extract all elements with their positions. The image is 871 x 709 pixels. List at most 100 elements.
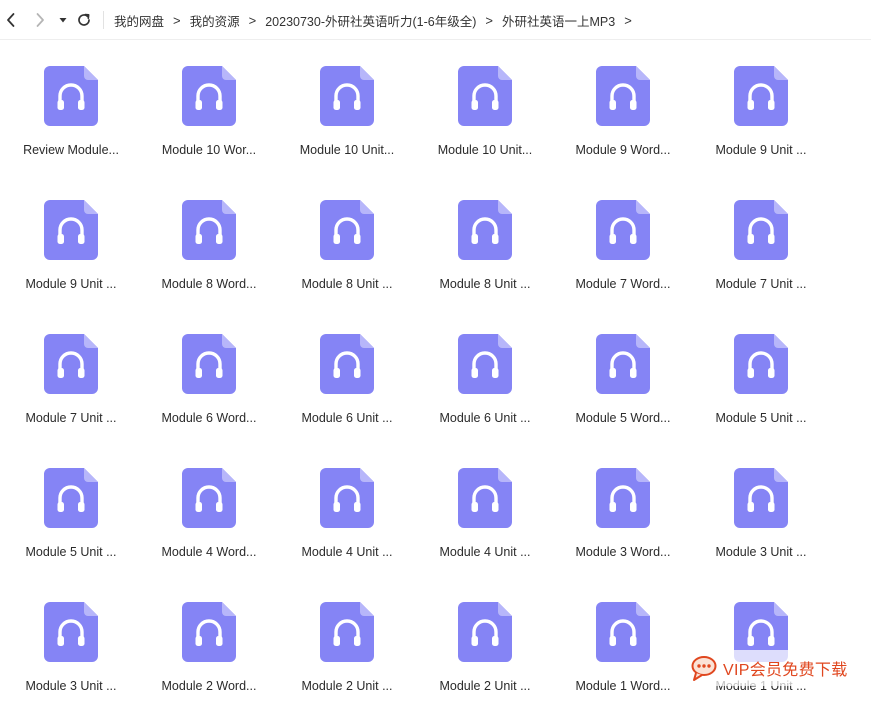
file-item[interactable]: Review Module... [9,40,133,157]
file-name: Module 1 Word... [575,679,671,693]
file-name: Module 6 Unit ... [439,411,531,425]
audio-file-icon [734,468,788,528]
file-name: Module 3 Unit ... [25,679,117,693]
breadcrumb-separator: > [485,12,493,28]
file-item[interactable]: Module 8 Word... [147,174,271,291]
audio-file-icon [320,66,374,126]
audio-file-icon [458,66,512,126]
file-item[interactable]: Module 5 Word... [561,308,685,425]
breadcrumb-separator: > [173,12,181,28]
file-name: Module 10 Unit... [437,143,533,157]
file-item[interactable]: Module 4 Unit ... [285,442,409,559]
chevron-left-icon [7,13,15,27]
file-name: Module 4 Unit ... [301,545,393,559]
file-name: Module 8 Unit ... [301,277,393,291]
file-item[interactable]: Module 9 Unit ... [699,40,823,157]
file-item[interactable]: Module 6 Unit ... [285,308,409,425]
audio-file-icon [320,334,374,394]
file-name: Module 9 Unit ... [25,277,117,291]
audio-file-icon [458,602,512,662]
file-name: Module 3 Word... [575,545,671,559]
audio-file-icon [596,66,650,126]
audio-file-icon [182,468,236,528]
audio-file-icon [320,468,374,528]
file-grid: Review Module... Module 10 Wor... Module 1… [0,40,871,709]
file-name: Module 5 Unit ... [715,411,807,425]
breadcrumb: 我的网盘 > 我的资源 > 20230730-外研社英语听力(1-6年级全) >… [114,0,641,40]
file-item[interactable]: Module 6 Word... [147,308,271,425]
file-item[interactable]: Module 10 Wor... [147,40,271,157]
vip-download-text: VIP会员免费下载 [723,662,848,679]
file-item[interactable]: Module 6 Unit ... [423,308,547,425]
file-name: Module 3 Unit ... [715,545,807,559]
file-item[interactable]: Module 9 Unit ... [9,174,133,291]
chevron-right-icon [36,13,44,27]
toolbar-divider [103,11,104,29]
audio-file-icon [596,334,650,394]
file-item[interactable]: Module 7 Unit ... [9,308,133,425]
audio-file-icon [320,602,374,662]
file-name: Module 7 Unit ... [25,411,117,425]
audio-file-icon [458,468,512,528]
file-name: Module 10 Wor... [161,143,257,157]
file-item[interactable]: Module 2 Word... [147,576,271,693]
file-name: Module 6 Word... [161,411,257,425]
breadcrumb-item-current-folder[interactable]: 外研社英语一上MP3 [502,11,615,30]
audio-file-icon [596,468,650,528]
breadcrumb-item-my-resources[interactable]: 我的资源 [190,11,240,30]
file-item[interactable]: Module 8 Unit ... [423,174,547,291]
audio-file-icon [596,200,650,260]
refresh-button[interactable] [73,9,95,31]
file-name: Module 8 Unit ... [439,277,531,291]
file-item[interactable]: Module 2 Unit ... [285,576,409,693]
file-name: Module 6 Unit ... [301,411,393,425]
file-item[interactable]: Module 5 Unit ... [699,308,823,425]
file-name: Module 10 Unit... [299,143,395,157]
back-button[interactable] [0,9,22,31]
file-item[interactable]: Module 7 Word... [561,174,685,291]
audio-file-icon [44,200,98,260]
audio-file-icon [596,602,650,662]
audio-file-icon [44,66,98,126]
audio-file-icon [44,602,98,662]
audio-file-icon [182,66,236,126]
file-item[interactable]: Module 10 Unit... [285,40,409,157]
chat-bubble-icon [691,656,717,681]
audio-file-icon [458,200,512,260]
file-item[interactable]: Module 8 Unit ... [285,174,409,291]
audio-file-icon [734,334,788,394]
file-item[interactable]: Module 4 Unit ... [423,442,547,559]
navigation-bar: 我的网盘 > 我的资源 > 20230730-外研社英语听力(1-6年级全) >… [0,0,871,40]
file-name: Module 2 Unit ... [439,679,531,693]
audio-file-icon [182,602,236,662]
file-name: Module 2 Unit ... [301,679,393,693]
caret-down-icon [59,18,67,23]
audio-file-icon [458,334,512,394]
breadcrumb-separator: > [624,12,632,28]
file-item[interactable]: Module 9 Word... [561,40,685,157]
forward-button[interactable] [29,9,51,31]
file-name: Module 5 Unit ... [25,545,117,559]
audio-file-icon [182,200,236,260]
audio-file-icon [182,334,236,394]
file-item[interactable]: Module 3 Unit ... [699,442,823,559]
file-item[interactable]: Module 1 Word... [561,576,685,693]
file-item[interactable]: Module 3 Word... [561,442,685,559]
file-name: Module 2 Word... [161,679,257,693]
file-name: Module 8 Word... [161,277,257,291]
file-item[interactable]: Module 2 Unit ... [423,576,547,693]
file-item[interactable]: Module 4 Word... [147,442,271,559]
file-name: Module 7 Unit ... [715,277,807,291]
file-name: Module 7 Word... [575,277,671,291]
file-item[interactable]: Module 5 Unit ... [9,442,133,559]
refresh-icon [78,13,90,26]
history-dropdown-button[interactable] [52,9,74,31]
breadcrumb-item-listening-folder[interactable]: 20230730-外研社英语听力(1-6年级全) [265,11,476,30]
file-item[interactable]: Module 7 Unit ... [699,174,823,291]
file-item[interactable]: Module 3 Unit ... [9,576,133,693]
file-item[interactable]: Module 10 Unit... [423,40,547,157]
audio-file-icon [320,200,374,260]
breadcrumb-item-my-drive[interactable]: 我的网盘 [114,11,164,30]
vip-download-watermark[interactable]: VIP会员免费下载 [688,650,864,686]
file-name: Module 9 Word... [575,143,671,157]
